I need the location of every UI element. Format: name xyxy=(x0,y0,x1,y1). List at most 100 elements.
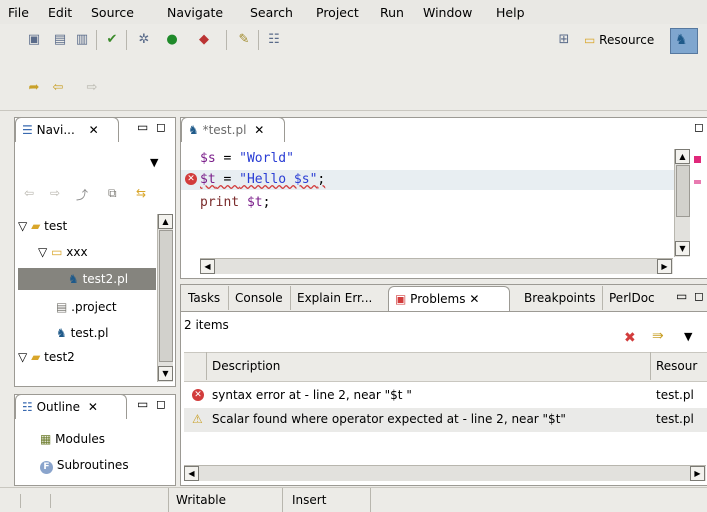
save-icon[interactable]: ▤ xyxy=(52,32,68,48)
table-row[interactable]: ✕ syntax error at - line 2, near "$t " t… xyxy=(184,384,707,408)
navigator-scrollbar[interactable]: ▲ ▼ xyxy=(157,214,173,382)
camel-error-icon: ♞ xyxy=(56,326,67,340)
editor-horizontal-scrollbar[interactable]: ◀ ▶ xyxy=(200,258,673,274)
tree-item-test2[interactable]: ▽ ▰ test2 xyxy=(18,346,75,368)
code-line-3[interactable]: print $t; xyxy=(200,193,270,213)
pencil-icon[interactable]: ✎ xyxy=(236,32,252,48)
expand-icon[interactable]: ▽ xyxy=(18,350,27,364)
function-icon: F xyxy=(40,461,53,474)
row-resource: test.pl xyxy=(656,412,694,426)
tab-console[interactable]: Console xyxy=(228,286,289,310)
view-menu-icon[interactable]: ▼ xyxy=(150,156,158,169)
scroll-up-icon[interactable]: ▲ xyxy=(675,149,690,164)
error-overview-marker[interactable] xyxy=(694,156,701,163)
scroll-right-icon[interactable]: ▶ xyxy=(690,466,705,481)
menu-file[interactable]: File xyxy=(8,5,29,20)
tab-tasks[interactable]: Tasks xyxy=(182,286,226,310)
debug-icon[interactable]: ✲ xyxy=(136,32,152,48)
open-perspective-icon[interactable]: ⊞ xyxy=(556,32,572,48)
scroll-thumb[interactable] xyxy=(159,230,173,362)
tab-problems[interactable]: ▣ Problems ✕ xyxy=(388,286,510,311)
file-icon: ▤ xyxy=(56,300,68,314)
forward-arrow-icon[interactable]: ⇨ xyxy=(50,186,60,200)
scroll-up-icon[interactable]: ▲ xyxy=(158,214,173,229)
close-icon[interactable]: ✕ xyxy=(469,292,479,306)
scroll-down-icon[interactable]: ▼ xyxy=(675,241,690,256)
menu-run[interactable]: Run xyxy=(380,5,404,20)
view-menu-icon[interactable]: ▼ xyxy=(684,330,692,343)
perl-perspective-button[interactable]: ♞ xyxy=(670,28,698,54)
navigator-toolbar: ⇦ ⇨ ⤴ ⧉ ⇆ xyxy=(18,182,174,206)
tab-explain-errors[interactable]: Explain Err... xyxy=(290,286,378,310)
tree-item-test2-pl[interactable]: ♞ test2.pl xyxy=(18,268,156,290)
maximize-icon[interactable]: ◻ xyxy=(156,120,166,134)
print-icon[interactable]: ▥ xyxy=(74,32,90,48)
column-resource[interactable]: Resour xyxy=(656,359,697,373)
toolbar-separator xyxy=(126,30,127,50)
warning-overview-marker[interactable] xyxy=(694,180,701,184)
maximize-icon[interactable]: ◻ xyxy=(156,397,166,411)
close-icon[interactable]: ✕ xyxy=(254,123,264,137)
editor-vertical-scrollbar[interactable]: ▲ ▼ xyxy=(674,149,690,257)
back-arrow-icon[interactable]: ⇦ xyxy=(50,80,66,96)
external-tools-icon[interactable]: ◆ xyxy=(196,32,212,48)
menu-window[interactable]: Window xyxy=(423,5,472,20)
scroll-left-icon[interactable]: ◀ xyxy=(184,466,199,481)
tab-perldoc[interactable]: PerlDoc xyxy=(602,286,661,310)
delete-icon[interactable]: ✖ xyxy=(624,330,636,346)
minimize-icon[interactable]: ▭ xyxy=(137,120,148,134)
project-icon: ▰ xyxy=(31,350,41,364)
maximize-icon[interactable]: ◻ xyxy=(694,289,704,303)
perspective-resource[interactable]: ▭ Resource xyxy=(584,30,654,50)
check-icon[interactable]: ✔ xyxy=(104,32,120,48)
menu-edit[interactable]: Edit xyxy=(48,5,72,20)
filter-icon[interactable]: ⇛ xyxy=(652,328,664,344)
scroll-right-icon[interactable]: ▶ xyxy=(657,259,672,274)
toolbar-separator xyxy=(96,30,97,50)
tree-item-test[interactable]: ▽ ▰ test xyxy=(18,215,67,237)
run-icon[interactable]: ● xyxy=(164,32,180,48)
new-icon[interactable]: ▣ xyxy=(26,32,42,48)
link-editor-icon[interactable]: ⇆ xyxy=(136,186,146,200)
scroll-thumb[interactable] xyxy=(676,165,690,217)
tree-item-test-pl[interactable]: ♞ test.pl xyxy=(56,322,108,344)
tree-item-project-file[interactable]: ▤ .project xyxy=(56,296,117,318)
menu-help[interactable]: Help xyxy=(496,5,525,20)
tree-item-xxx[interactable]: ▽ ▭ xxx xyxy=(38,241,88,263)
folder-icon: ▭ xyxy=(584,33,596,47)
expand-icon[interactable]: ▽ xyxy=(38,245,47,259)
maximize-icon[interactable]: ◻ xyxy=(694,120,704,134)
menu-source[interactable]: Source xyxy=(91,5,134,20)
tab-breakpoints[interactable]: Breakpoints xyxy=(518,286,601,310)
close-icon[interactable]: ✕ xyxy=(89,123,99,137)
up-icon[interactable]: ⤴ xyxy=(76,186,88,203)
scroll-down-icon[interactable]: ▼ xyxy=(158,366,173,381)
column-description[interactable]: Description xyxy=(212,359,280,373)
menu-navigate[interactable]: Navigate xyxy=(167,5,223,20)
minimize-icon[interactable]: ▭ xyxy=(137,397,148,411)
outline-item-modules[interactable]: ▦ Modules xyxy=(40,428,105,450)
collapse-all-icon[interactable]: ⧉ xyxy=(108,186,117,201)
tab-editor-test-pl[interactable]: ♞ *test.pl ✕ xyxy=(181,117,285,142)
status-divider xyxy=(282,488,283,512)
forward-arrow-icon[interactable]: ⇨ xyxy=(84,80,100,96)
code-line-2[interactable]: $t = "Hello $s"; xyxy=(200,170,325,190)
expand-icon[interactable]: ▽ xyxy=(18,219,27,233)
minimize-icon[interactable]: ▭ xyxy=(676,289,687,303)
tab-navigator[interactable]: ☰ Navi... ✕ xyxy=(15,117,119,142)
tab-label: PerlDoc xyxy=(609,291,655,305)
problems-horizontal-scrollbar[interactable]: ◀ ▶ xyxy=(184,465,706,481)
tab-outline[interactable]: ☷ Outline ✕ xyxy=(15,394,127,419)
back-arrow-icon[interactable]: ⇦ xyxy=(24,186,34,200)
outline-item-subroutines[interactable]: F Subroutines xyxy=(40,454,129,476)
close-icon[interactable]: ✕ xyxy=(88,400,98,414)
menu-project[interactable]: Project xyxy=(316,5,359,20)
search-back-icon[interactable]: ➦ xyxy=(26,80,42,96)
table-row[interactable]: ⚠ Scalar found where operator expected a… xyxy=(184,408,707,432)
open-type-icon[interactable]: ☷ xyxy=(266,32,282,48)
tab-editor-label: *test.pl xyxy=(202,123,247,137)
menu-search[interactable]: Search xyxy=(250,5,293,20)
scroll-left-icon[interactable]: ◀ xyxy=(200,259,215,274)
code-line-1[interactable]: $s = "World" xyxy=(200,149,294,169)
